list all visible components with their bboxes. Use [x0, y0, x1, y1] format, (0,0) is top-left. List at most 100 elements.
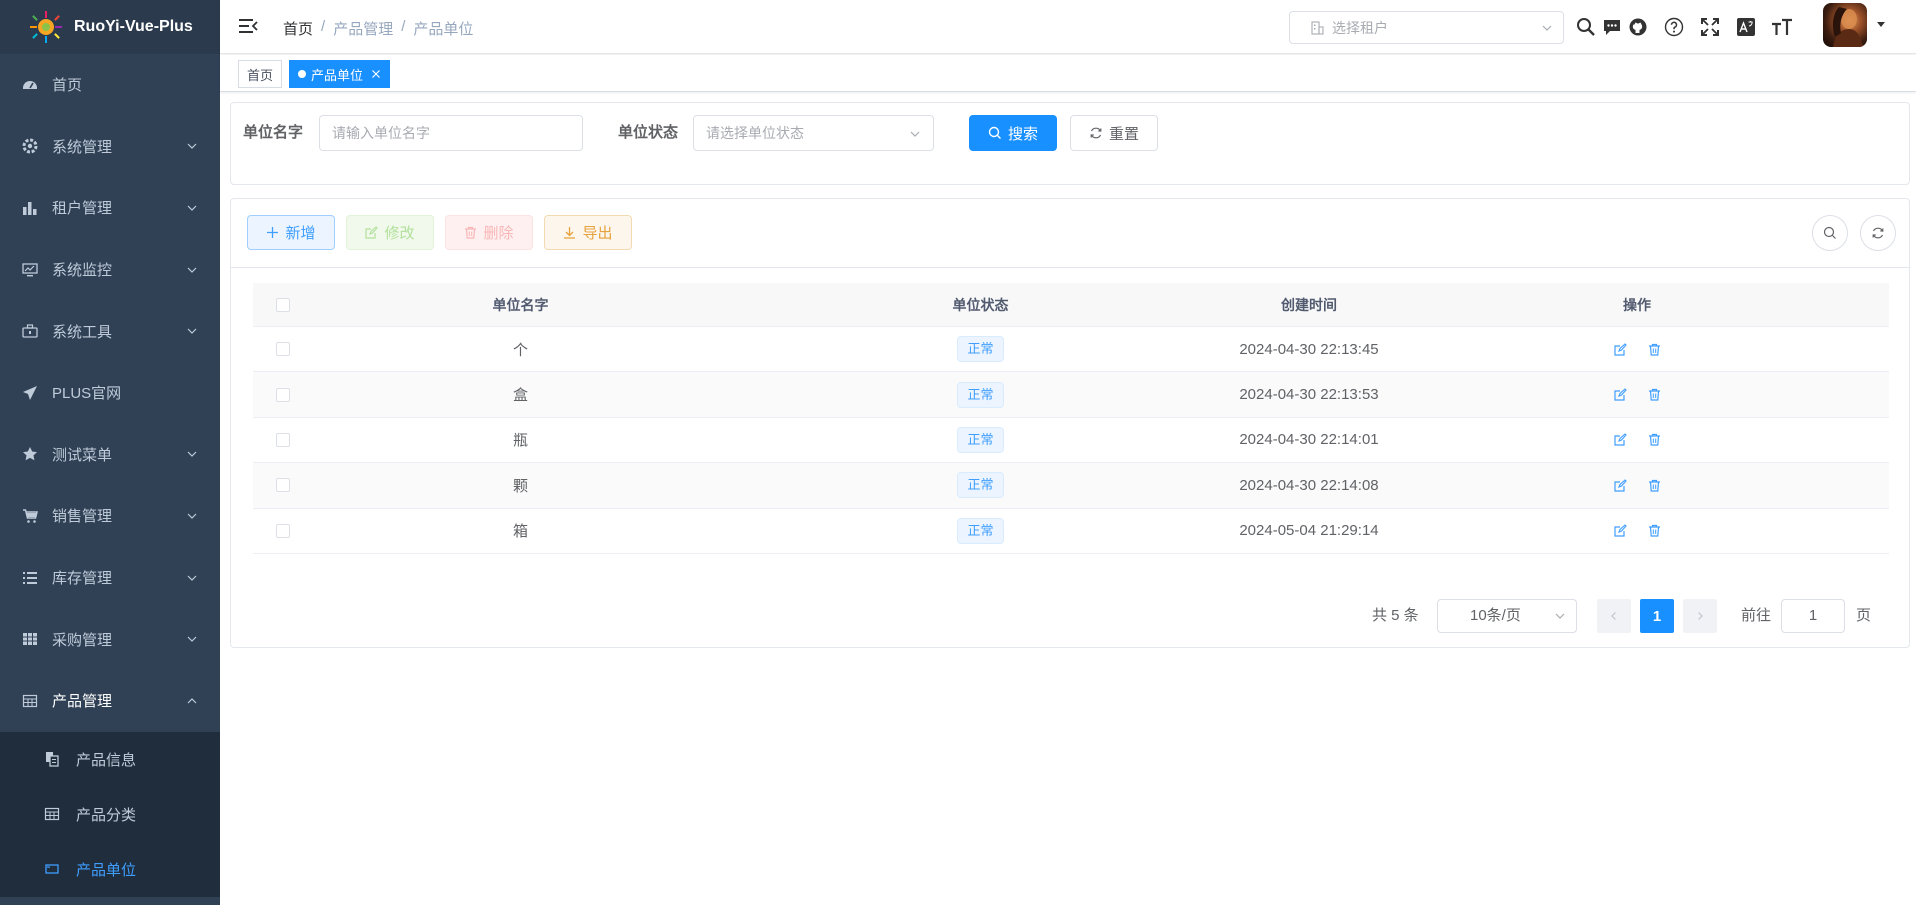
- sidebar-item-monitor[interactable]: 系统监控: [0, 239, 220, 301]
- sidebar-item-product-unit[interactable]: 产品单位: [0, 842, 220, 897]
- goto-page-input[interactable]: 1: [1781, 599, 1845, 633]
- row-delete-icon[interactable]: [1646, 523, 1662, 539]
- navbar: 首页 / 产品管理 / 产品单位 选择租户: [220, 0, 1916, 54]
- row-edit-icon[interactable]: [1612, 387, 1628, 403]
- building-icon: [1311, 20, 1324, 35]
- refresh-icon: [1872, 227, 1884, 239]
- sidebar-item-product-info[interactable]: 产品信息: [0, 732, 220, 787]
- tenant-select[interactable]: 选择租户: [1289, 11, 1564, 44]
- tag-home[interactable]: 首页: [238, 60, 283, 88]
- sidebar-item-tenant[interactable]: 租户管理: [0, 177, 220, 239]
- edit-icon: [365, 226, 379, 239]
- navbar-icons: [1573, 14, 1795, 40]
- table-row: 颗 正常 2024-04-30 22:14:08: [253, 463, 1889, 509]
- table-icon: [22, 693, 38, 709]
- font-size-icon[interactable]: [1769, 14, 1795, 40]
- documents-icon: [44, 751, 60, 767]
- tag-product-unit[interactable]: 产品单位: [289, 60, 391, 88]
- paper-plane-icon: [22, 385, 38, 401]
- delete-button[interactable]: 删除: [445, 215, 533, 250]
- table-row: 瓶 正常 2024-04-30 22:14:01: [253, 418, 1889, 464]
- row-delete-icon[interactable]: [1646, 432, 1662, 448]
- next-page-button[interactable]: [1683, 599, 1717, 633]
- row-edit-icon[interactable]: [1612, 341, 1628, 357]
- star-icon: [22, 446, 38, 462]
- chevron-down-icon: [1555, 613, 1565, 619]
- chevron-down-icon: [187, 328, 197, 335]
- row-edit-icon[interactable]: [1612, 477, 1628, 493]
- row-edit-icon[interactable]: [1612, 523, 1628, 539]
- status-badge: 正常: [957, 426, 1004, 453]
- column-header: 操作: [1623, 296, 1651, 313]
- row-checkbox[interactable]: [276, 387, 290, 402]
- sidebar-item-label: 租户管理: [52, 200, 113, 218]
- page-size-select[interactable]: 10条/页: [1437, 599, 1577, 633]
- github-icon[interactable]: [1625, 14, 1651, 40]
- sidebar-item-tools[interactable]: 系统工具: [0, 300, 220, 362]
- sidebar-item-system[interactable]: 系统管理: [0, 116, 220, 178]
- pagination-total: 共 5 条: [1372, 607, 1419, 624]
- toggle-search-button[interactable]: [1812, 215, 1848, 251]
- sidebar-item-sales[interactable]: 销售管理: [0, 485, 220, 547]
- export-button[interactable]: 导出: [544, 215, 632, 250]
- sidebar-item-purchase[interactable]: 采购管理: [0, 608, 220, 670]
- fullscreen-icon[interactable]: [1697, 14, 1723, 40]
- sidebar-item-label: 首页: [52, 77, 83, 95]
- cell-created-time: 2024-04-30 22:14:01: [1239, 431, 1379, 449]
- sidebar-item-product[interactable]: 产品管理: [0, 670, 220, 732]
- help-icon[interactable]: [1661, 14, 1687, 40]
- chevron-down-icon: [1542, 25, 1552, 31]
- search-button[interactable]: 搜索: [969, 115, 1057, 151]
- gear-icon: [22, 138, 38, 154]
- row-checkbox[interactable]: [276, 432, 290, 447]
- product-submenu: 产品信息 产品分类 产品单位: [0, 731, 220, 897]
- hamburger-icon[interactable]: [238, 16, 258, 36]
- search-icon[interactable]: [1573, 14, 1599, 40]
- close-icon[interactable]: [371, 69, 381, 79]
- logo[interactable]: RuoYi-Vue-Plus: [0, 0, 220, 54]
- row-delete-icon[interactable]: [1646, 387, 1662, 403]
- sidebar-item-home[interactable]: 首页: [0, 54, 220, 116]
- chevron-up-icon: [187, 697, 197, 704]
- breadcrumb: 首页 / 产品管理 / 产品单位: [283, 18, 473, 39]
- row-delete-icon[interactable]: [1646, 477, 1662, 493]
- sidebar-item-test-menu[interactable]: 测试菜单: [0, 424, 220, 486]
- sidebar-item-product-category[interactable]: 产品分类: [0, 787, 220, 842]
- row-checkbox[interactable]: [276, 523, 290, 538]
- unit-status-select[interactable]: 请选择单位状态: [693, 115, 934, 151]
- message-icon[interactable]: [1599, 14, 1625, 40]
- search-button-label: 搜索: [1007, 125, 1038, 143]
- select-all-checkbox[interactable]: [276, 297, 290, 312]
- cell-created-time: 2024-05-04 21:29:14: [1239, 522, 1379, 540]
- page-number-current[interactable]: 1: [1640, 599, 1674, 633]
- avatar-dropdown-caret[interactable]: [1877, 22, 1885, 27]
- chevron-down-icon: [187, 636, 197, 642]
- refresh-table-button[interactable]: [1860, 215, 1896, 251]
- add-button[interactable]: 新增: [247, 215, 335, 250]
- breadcrumb-item[interactable]: 首页: [283, 18, 313, 39]
- sidebar-item-plus-site[interactable]: PLUS官网: [0, 362, 220, 424]
- row-checkbox[interactable]: [276, 342, 290, 357]
- breadcrumb-item: 产品单位: [413, 21, 474, 38]
- language-icon[interactable]: [1733, 14, 1759, 40]
- column-header: 单位状态: [952, 296, 1009, 313]
- tag-label: 产品单位: [311, 67, 364, 83]
- edit-button[interactable]: 修改: [346, 215, 434, 250]
- unit-name-input[interactable]: 请输入单位名字: [319, 115, 583, 151]
- row-checkbox[interactable]: [276, 478, 290, 493]
- cell-created-time: 2024-04-30 22:13:53: [1239, 386, 1379, 404]
- toolbar-divider: [231, 267, 1909, 268]
- prev-page-button[interactable]: [1597, 599, 1631, 633]
- chevron-down-icon: [187, 267, 197, 273]
- chevron-down-icon: [187, 575, 197, 581]
- reset-button[interactable]: 重置: [1070, 115, 1158, 151]
- cell-unit-name: 个: [512, 341, 528, 359]
- monitor-icon: [22, 262, 38, 278]
- search-form: 单位名字 请输入单位名字 单位状态 请选择单位状态 搜索 重置: [230, 102, 1910, 185]
- row-delete-icon[interactable]: [1646, 341, 1662, 357]
- status-badge: 正常: [957, 517, 1004, 544]
- sidebar-item-label: 产品管理: [52, 693, 113, 711]
- row-edit-icon[interactable]: [1612, 432, 1628, 448]
- sidebar-item-inventory[interactable]: 库存管理: [0, 547, 220, 609]
- avatar[interactable]: [1823, 3, 1867, 47]
